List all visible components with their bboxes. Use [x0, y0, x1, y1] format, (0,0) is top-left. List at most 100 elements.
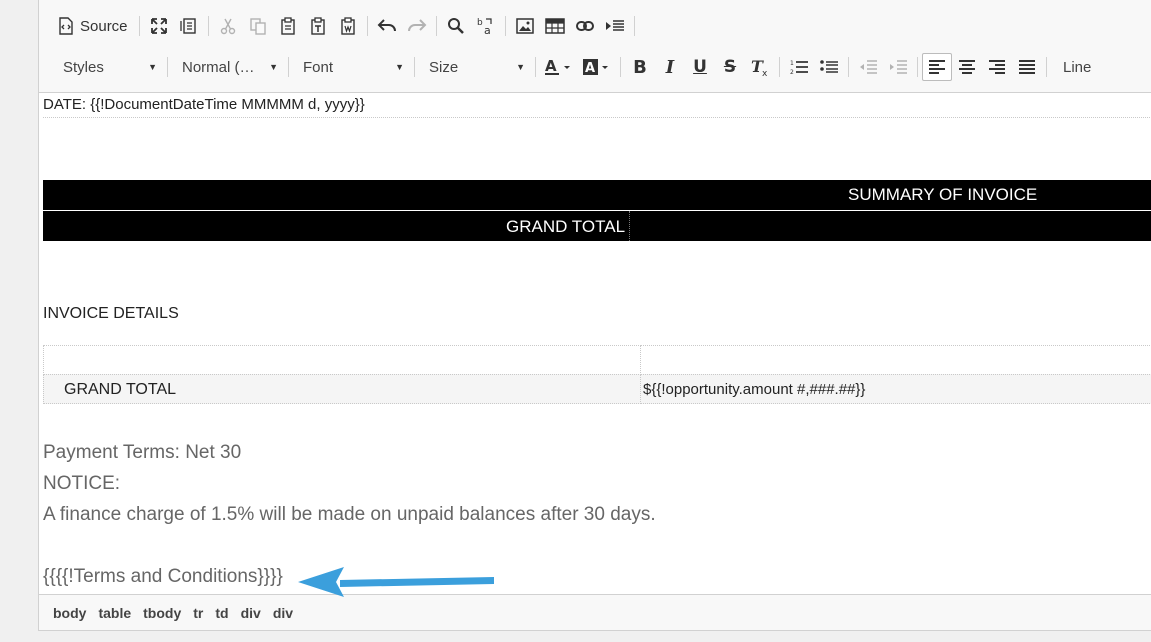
finance-charge-text: A finance charge of 1.5% will be made on…: [43, 504, 656, 525]
paste-text-icon: [310, 17, 325, 35]
details-header-cell: [43, 345, 641, 375]
remove-format-icon: Tx: [751, 57, 768, 77]
cut-button[interactable]: [213, 12, 243, 40]
path-item-td[interactable]: td: [215, 605, 228, 621]
decrease-indent-button[interactable]: [853, 53, 883, 81]
table-button[interactable]: [540, 12, 570, 40]
size-dropdown-label: Size: [429, 58, 459, 76]
image-icon: [515, 18, 534, 34]
bold-button[interactable]: B: [625, 53, 655, 81]
paste-text-button[interactable]: [303, 12, 333, 40]
summary-header-row: SUMMARY OF INVOICE: [43, 180, 1151, 210]
path-item-div[interactable]: div: [241, 605, 261, 621]
align-center-icon: [959, 60, 975, 74]
path-item-div-inner[interactable]: div: [273, 605, 293, 621]
toolbar-separator: [917, 57, 918, 77]
styles-dropdown[interactable]: Styles ▼: [53, 53, 163, 81]
align-left-button[interactable]: [922, 53, 952, 81]
summary-total-label: GRAND TOTAL: [506, 217, 626, 236]
bulleted-list-icon: [820, 60, 838, 73]
toolbar-separator: [779, 57, 780, 77]
italic-button[interactable]: I: [655, 53, 685, 81]
justify-icon: [1019, 60, 1035, 74]
replace-icon: ba: [477, 18, 492, 36]
align-center-button[interactable]: [952, 53, 982, 81]
date-line: DATE: {{!DocumentDateTime MMMMM d, yyyy}…: [43, 96, 365, 113]
align-left-icon: [929, 60, 945, 74]
toolbar-separator: [167, 57, 168, 77]
details-total-label: GRAND TOTAL: [64, 381, 177, 398]
indent-icon: [890, 60, 907, 74]
annotation-arrow-icon: [298, 567, 494, 597]
remove-format-button[interactable]: Tx: [745, 53, 775, 81]
underline-icon: U: [693, 57, 707, 77]
paste-button[interactable]: [273, 12, 303, 40]
toolbar-separator: [138, 16, 140, 36]
notice-label: NOTICE:: [43, 473, 121, 494]
terms-and-conditions-placeholder: {{{{!Terms and Conditions}}}}: [43, 566, 283, 587]
font-dropdown[interactable]: Font ▼: [293, 53, 410, 81]
justify-button[interactable]: [1012, 53, 1042, 81]
replace-button[interactable]: ba: [471, 12, 501, 40]
paste-from-word-button[interactable]: [333, 12, 363, 40]
link-button[interactable]: [570, 12, 600, 40]
cell-divider: [629, 211, 631, 241]
bulleted-list-button[interactable]: [814, 53, 844, 81]
copy-icon: [249, 18, 266, 35]
outdent-icon: [860, 60, 877, 74]
line-height-dropdown[interactable]: Line: [1051, 53, 1111, 81]
strikethrough-button[interactable]: S: [715, 53, 745, 81]
numbered-list-icon: 12: [790, 60, 808, 75]
size-dropdown[interactable]: Size ▼: [419, 53, 531, 81]
background-color-button[interactable]: A: [578, 53, 616, 81]
toolbar-row-1: Source b a: [53, 11, 639, 41]
path-item-body[interactable]: body: [53, 605, 86, 621]
invoice-details-heading: INVOICE DETAILS: [43, 305, 179, 322]
summary-header: SUMMARY OF INVOICE: [848, 185, 1038, 204]
numbered-list-button[interactable]: 12: [784, 53, 814, 81]
font-dropdown-label: Font: [303, 58, 334, 76]
copy-button[interactable]: [243, 12, 273, 40]
italic-icon: I: [665, 56, 675, 78]
styles-dropdown-label: Styles: [63, 58, 104, 76]
svg-text:A: A: [585, 61, 595, 76]
svg-text:A: A: [545, 57, 557, 75]
format-dropdown[interactable]: Normal (… ▼: [172, 53, 284, 81]
toolbar-separator: [1046, 57, 1047, 77]
redo-icon: [407, 19, 426, 32]
toolbar-separator: [366, 16, 368, 36]
path-item-table[interactable]: table: [98, 605, 131, 621]
path-item-tbody[interactable]: tbody: [143, 605, 181, 621]
show-blocks-button[interactable]: [174, 12, 204, 40]
path-item-tr[interactable]: tr: [193, 605, 203, 621]
editor-toolbar: Source b a Styles ▼ Normal (… ▼ Font ▼ S…: [39, 0, 1151, 93]
rich-text-editor: Source b a Styles ▼ Normal (… ▼ Font ▼ S…: [38, 0, 1151, 631]
show-blocks-icon: [179, 18, 196, 34]
maximize-button[interactable]: [144, 12, 174, 40]
payment-terms: Payment Terms: Net 30: [43, 442, 242, 463]
underline-button[interactable]: U: [685, 53, 715, 81]
insert-placeholder-button[interactable]: [600, 12, 630, 40]
find-button[interactable]: [441, 12, 471, 40]
align-right-button[interactable]: [982, 53, 1012, 81]
strikethrough-icon: S: [723, 57, 737, 77]
format-dropdown-label: Normal (…: [182, 58, 255, 76]
link-icon: [575, 21, 594, 31]
source-button[interactable]: Source: [53, 12, 135, 40]
source-icon: [59, 17, 73, 35]
svg-text:1: 1: [790, 60, 794, 67]
insert-field-icon: [605, 20, 624, 31]
chevron-down-icon: ▼: [148, 62, 157, 72]
toolbar-separator: [414, 57, 415, 77]
image-button[interactable]: [510, 12, 540, 40]
toolbar-separator: [288, 57, 289, 77]
undo-button[interactable]: [372, 12, 402, 40]
details-total-value-cell: ${{!opportunity.amount #,###.##}}: [640, 374, 1151, 404]
text-color-button[interactable]: A: [540, 53, 578, 81]
redo-button[interactable]: [402, 12, 432, 40]
increase-indent-button[interactable]: [883, 53, 913, 81]
toolbar-separator: [848, 57, 849, 77]
details-total-value: ${{!opportunity.amount #,###.##}}: [643, 381, 866, 398]
editor-content[interactable]: DATE: {{!DocumentDateTime MMMMM d, yyyy}…: [39, 94, 1151, 594]
scissors-icon: [220, 18, 235, 35]
